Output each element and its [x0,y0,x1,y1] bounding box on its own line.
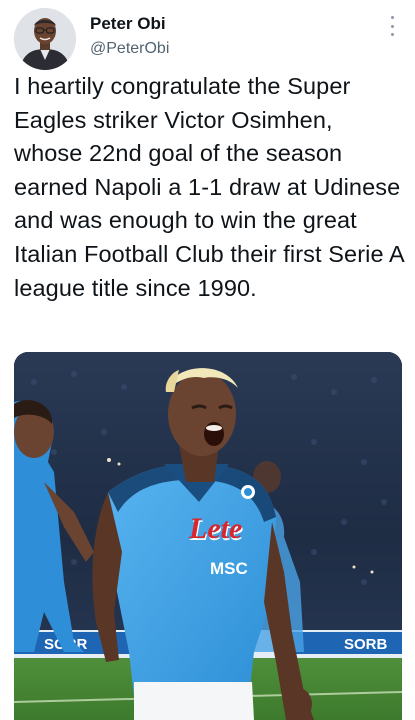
svg-text:SORB: SORB [344,636,388,653]
author-name[interactable]: Peter Obi [90,14,166,34]
more-vertical-icon[interactable] [387,16,397,36]
jersey-sponsor-secondary: MSC [210,559,248,578]
svg-text:Lete: Lete [188,512,242,545]
avatar[interactable] [14,8,76,70]
tweet-photo[interactable]: SORR SORB Lete Lete MSC [14,352,402,720]
tweet-text: I heartily congratulate the Super Eagles… [14,73,404,301]
author-handle[interactable]: @PeterObi [90,40,169,58]
tweet-header: Peter Obi @PeterObi [0,0,415,70]
